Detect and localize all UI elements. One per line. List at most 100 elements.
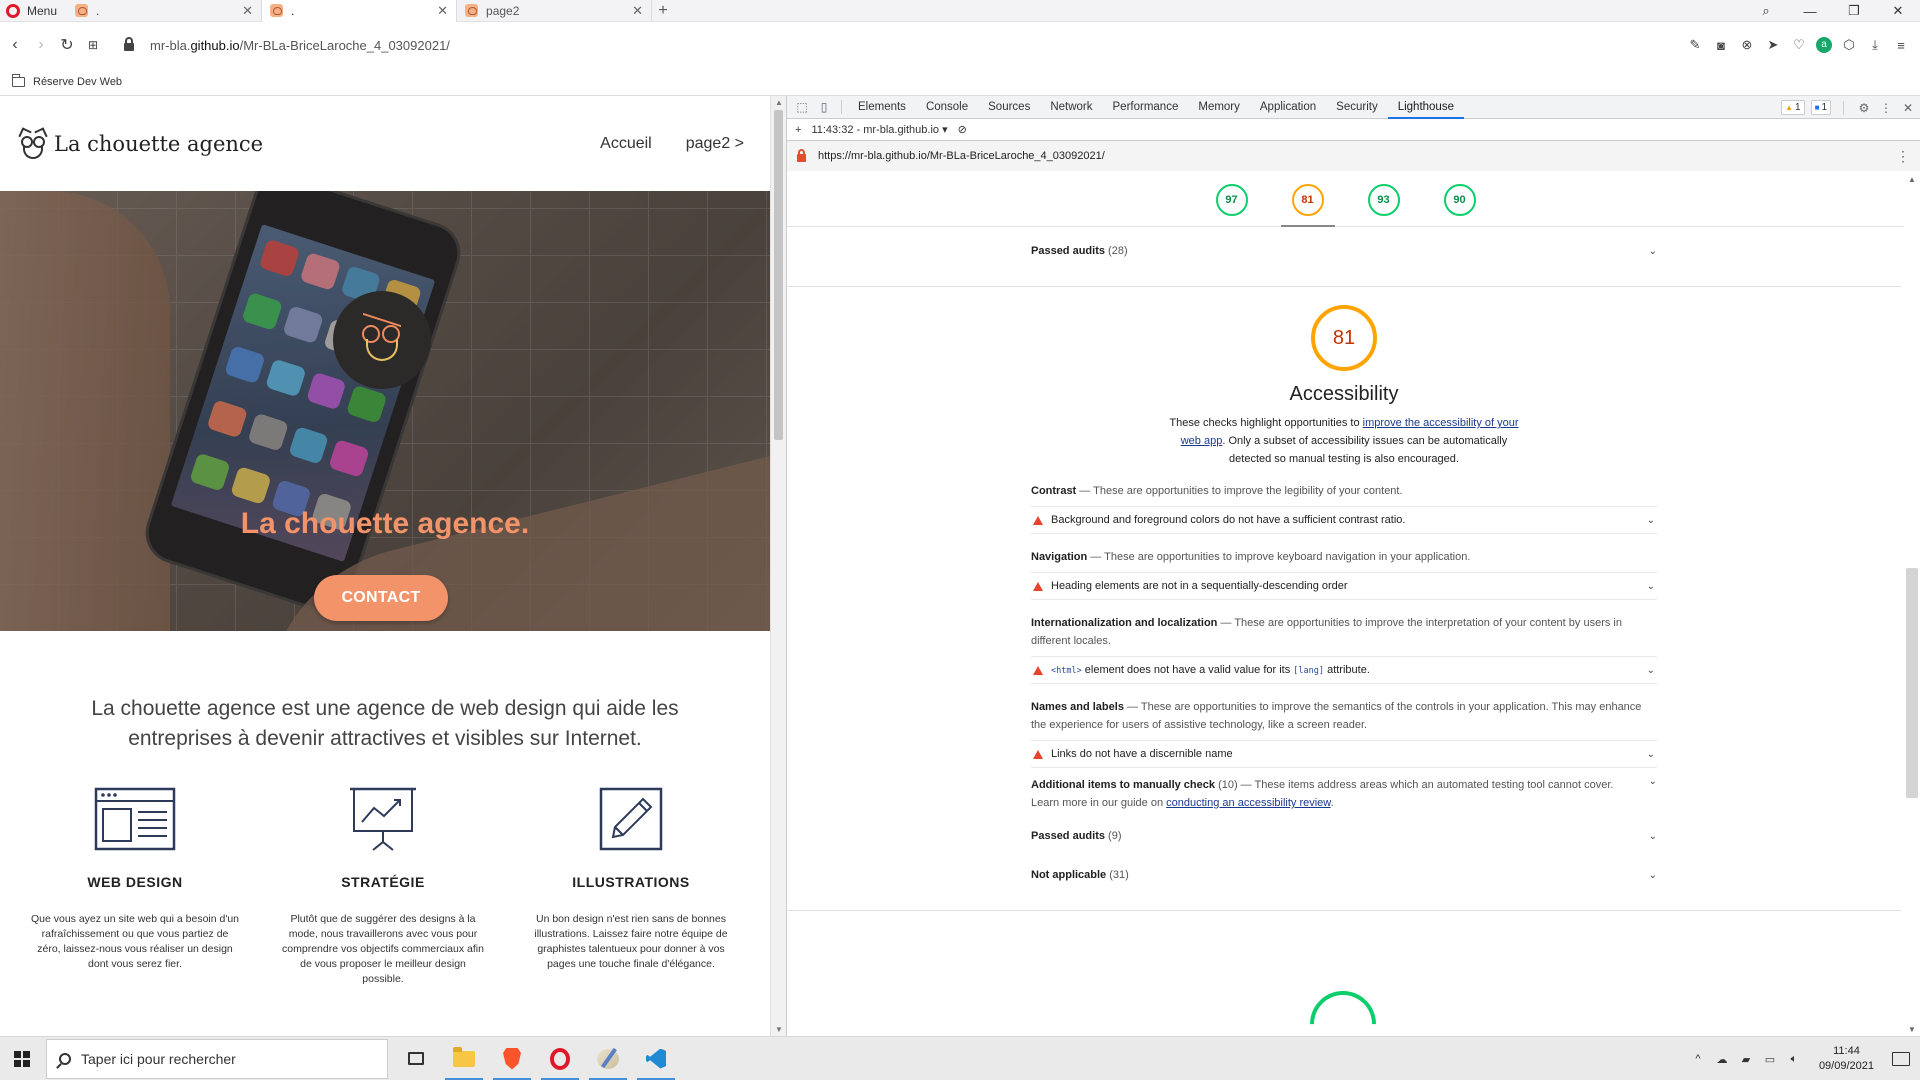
- scroll-down-icon[interactable]: ▼: [1904, 1025, 1920, 1034]
- nav-link-page2[interactable]: page2 >: [686, 135, 744, 153]
- onedrive-icon[interactable]: ☁: [1715, 1053, 1729, 1066]
- tab-elements[interactable]: Elements: [848, 96, 916, 119]
- audit-title: <html> element does not have a valid val…: [1051, 664, 1370, 676]
- page-scrollbar[interactable]: ▲ ▼: [770, 96, 786, 1036]
- scrollbar-thumb[interactable]: [1906, 568, 1918, 798]
- lock-icon[interactable]: [124, 36, 134, 51]
- close-icon[interactable]: ✕: [632, 3, 643, 19]
- adblock-icon[interactable]: ⊗: [1738, 37, 1756, 53]
- report-url[interactable]: https://mr-bla.github.io/Mr-BLa-BriceLar…: [818, 150, 1105, 162]
- audit-title: Links do not have a discernible name: [1051, 748, 1233, 760]
- browser-tab[interactable]: page2 ✕: [457, 0, 653, 22]
- opera-menu-button[interactable]: Menu: [0, 0, 67, 22]
- tab-application[interactable]: Application: [1250, 96, 1326, 119]
- audit-row[interactable]: Background and foreground colors do not …: [1031, 506, 1657, 534]
- vscode-icon: [646, 1048, 666, 1069]
- scroll-down-icon[interactable]: ▼: [771, 1025, 787, 1034]
- restore-icon[interactable]: ❐: [1832, 3, 1876, 19]
- url-field[interactable]: mr-bla.github.io/Mr-BLa-BriceLaroche_4_0…: [150, 38, 450, 53]
- sidebar-menu-icon[interactable]: ≡: [1892, 38, 1910, 53]
- tab-sources[interactable]: Sources: [978, 96, 1040, 119]
- passed-audits-group[interactable]: Passed audits (9) ⌄: [1031, 812, 1657, 860]
- tab-lighthouse[interactable]: Lighthouse: [1387, 96, 1464, 119]
- close-devtools-icon[interactable]: ✕: [1900, 101, 1916, 115]
- send-icon[interactable]: ➤: [1764, 37, 1782, 53]
- tab-console[interactable]: Console: [916, 96, 978, 119]
- category-description: These checks highlight opportunities to …: [1169, 417, 1519, 465]
- brave-button[interactable]: [488, 1037, 536, 1080]
- contact-button[interactable]: CONTACT: [314, 575, 448, 621]
- minimize-icon[interactable]: —: [1788, 4, 1832, 19]
- scroll-up-icon[interactable]: ▲: [771, 98, 787, 107]
- service-title: STRATÉGIE: [341, 874, 425, 890]
- device-toolbar-icon[interactable]: ▯: [813, 100, 835, 114]
- nav-link-accueil[interactable]: Accueil: [600, 135, 652, 153]
- site-logo[interactable]: La chouette agence: [18, 126, 263, 161]
- opera-button[interactable]: [536, 1037, 584, 1080]
- report-scrollbar[interactable]: ▲ ▼: [1904, 173, 1920, 1036]
- notifications-icon[interactable]: [1892, 1052, 1910, 1066]
- clock[interactable]: 11:44 09/09/2021: [1819, 1044, 1874, 1074]
- audit-row[interactable]: Heading elements are not in a sequential…: [1031, 572, 1657, 600]
- report-menu-icon[interactable]: ⋮: [1896, 148, 1910, 165]
- forward-icon[interactable]: ›: [28, 36, 54, 54]
- brave-browser-icon: [503, 1047, 521, 1070]
- hero-banner: La chouette agence. CONTACT: [0, 191, 770, 631]
- gauge-accessibility[interactable]: 81: [1280, 173, 1335, 227]
- reload-icon[interactable]: ↻: [54, 35, 80, 55]
- tab-memory[interactable]: Memory: [1188, 96, 1250, 119]
- start-button[interactable]: [0, 1037, 44, 1080]
- audit-row[interactable]: <html> element does not have a valid val…: [1031, 656, 1657, 684]
- warnings-badge[interactable]: 1: [1781, 100, 1805, 115]
- camera-icon[interactable]: ◙: [1712, 38, 1730, 53]
- task-view-button[interactable]: [392, 1037, 440, 1080]
- new-report-icon[interactable]: +: [795, 124, 801, 136]
- browser-tab[interactable]: . ✕: [67, 0, 263, 22]
- edit-icon[interactable]: ✎: [1686, 37, 1704, 53]
- file-explorer-button[interactable]: [440, 1037, 488, 1080]
- download-icon[interactable]: ⤓: [1866, 37, 1884, 53]
- address-bar: ‹ › ↻ ⊞ mr-bla.github.io/Mr-BLa-BriceLar…: [0, 22, 1920, 68]
- report-selector[interactable]: 11:43:32 - mr-bla.github.io ▾: [811, 123, 947, 136]
- accessibility-review-link[interactable]: conducting an accessibility review: [1166, 797, 1330, 809]
- inspect-element-icon[interactable]: ⬚: [791, 100, 813, 114]
- category-title: Accessibility: [1289, 383, 1399, 405]
- scroll-up-icon[interactable]: ▲: [1904, 175, 1920, 184]
- close-window-icon[interactable]: ✕: [1876, 3, 1920, 19]
- not-applicable-group[interactable]: Not applicable (31) ⌄: [1031, 860, 1657, 890]
- back-icon[interactable]: ‹: [2, 36, 28, 54]
- messages-badge[interactable]: 1: [1810, 100, 1831, 115]
- volume-icon[interactable]: 🔈︎: [1787, 1053, 1801, 1066]
- scrollbar-thumb[interactable]: [774, 110, 783, 440]
- manual-check-group[interactable]: Additional items to manually check (10) …: [1031, 768, 1657, 812]
- folder-tray-icon[interactable]: ▰: [1739, 1053, 1753, 1066]
- close-icon[interactable]: ✕: [242, 3, 253, 19]
- speed-dial-icon[interactable]: ⊞: [80, 38, 106, 52]
- close-icon[interactable]: ✕: [437, 3, 448, 19]
- gauge-seo[interactable]: 90: [1433, 173, 1487, 227]
- chevron-up-icon[interactable]: ^: [1691, 1053, 1705, 1065]
- heart-icon[interactable]: ♡: [1790, 37, 1808, 53]
- passed-audits-group[interactable]: Passed audits (28) ⌄: [1031, 227, 1657, 275]
- more-options-icon[interactable]: ⋮: [1878, 101, 1894, 115]
- tab-performance[interactable]: Performance: [1103, 96, 1189, 119]
- bookmark-folder[interactable]: Réserve Dev Web: [33, 76, 122, 88]
- cube-icon[interactable]: ⬡: [1840, 37, 1858, 53]
- tab-security[interactable]: Security: [1326, 96, 1388, 119]
- taskbar-search-box[interactable]: Taper ici pour rechercher: [46, 1038, 388, 1079]
- browser-tab-active[interactable]: . ✕: [262, 0, 458, 22]
- bookmarks-bar: Réserve Dev Web: [0, 68, 1920, 96]
- clear-reports-icon[interactable]: ⊘: [958, 123, 967, 136]
- lighthouse-report: 97 81 93 90 Passed audits (28) ⌄ 81 Acce…: [787, 173, 1904, 1036]
- search-tabs-icon[interactable]: ⌕: [1744, 3, 1788, 19]
- audit-row[interactable]: Links do not have a discernible name ⌄: [1031, 740, 1657, 768]
- network-icon[interactable]: ▭: [1763, 1053, 1777, 1066]
- tab-network[interactable]: Network: [1040, 96, 1102, 119]
- gauge-performance[interactable]: 97: [1205, 173, 1259, 227]
- vscode-button[interactable]: [632, 1037, 680, 1080]
- gauge-best-practices[interactable]: 93: [1357, 173, 1411, 227]
- settings-gear-icon[interactable]: ⚙: [1856, 101, 1872, 115]
- new-tab-button[interactable]: +: [652, 2, 674, 20]
- paint-button[interactable]: [584, 1037, 632, 1080]
- extension-icon[interactable]: a: [1816, 37, 1832, 53]
